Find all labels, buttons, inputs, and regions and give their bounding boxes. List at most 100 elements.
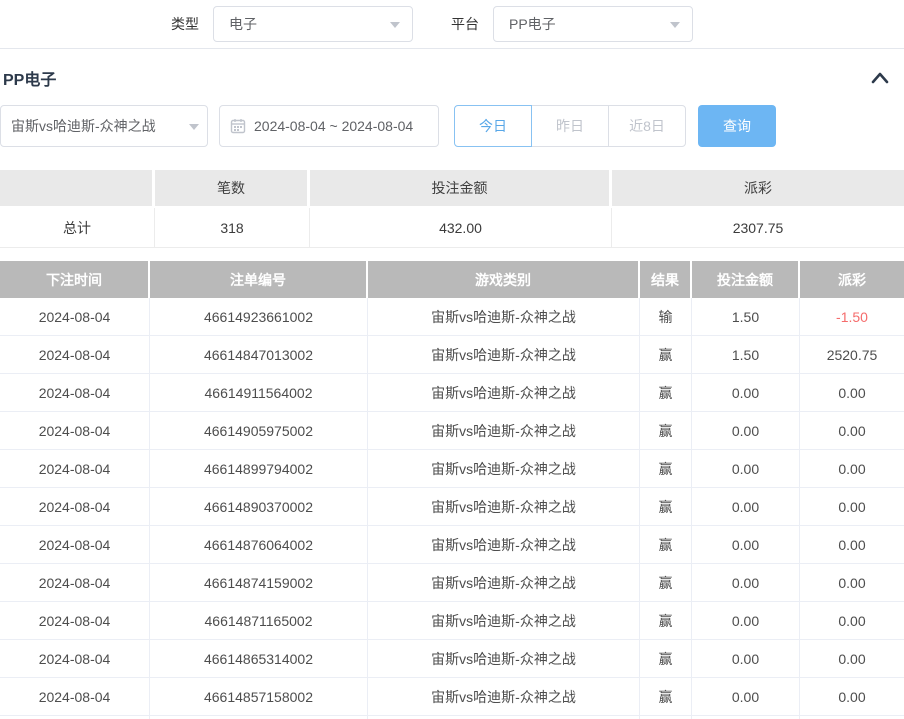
cell-order-no: 46614871165002	[150, 602, 368, 640]
cell-bet-amount: 0.00	[692, 564, 800, 602]
cell-bet-amount: 0.00	[692, 526, 800, 564]
header-bet-amount: 投注金额	[692, 261, 800, 298]
date-range-value: 2024-08-04 ~ 2024-08-04	[254, 118, 413, 134]
cell-payout: -1.50	[800, 298, 904, 336]
cell-game-type: 宙斯vs哈迪斯-众神之战	[368, 450, 640, 488]
summary-table: 笔数 投注金额 派彩 总计 318 432.00 2307.75	[0, 170, 904, 248]
cell-payout: 0.00	[800, 602, 904, 640]
cell-bet-time: 2024-08-04	[0, 412, 150, 450]
cell-game-type: 宙斯vs哈迪斯-众神之战	[368, 336, 640, 374]
summary-total-count: 318	[155, 208, 310, 248]
table-row: 2024-08-04 46614874159002 宙斯vs哈迪斯-众神之战 赢…	[0, 564, 904, 602]
cell-bet-time: 2024-08-04	[0, 602, 150, 640]
search-button[interactable]: 查询	[698, 105, 776, 147]
cell-order-no: 46614857158002	[150, 678, 368, 716]
today-button[interactable]: 今日	[454, 105, 532, 147]
cell-result: 输	[640, 298, 692, 336]
cell-payout: 0.00	[800, 488, 904, 526]
cell-order-no: 46614905975002	[150, 412, 368, 450]
cell-bet-amount: 0.00	[692, 678, 800, 716]
cell-bet-amount: 0.00	[692, 488, 800, 526]
cell-bet-time: 2024-08-04	[0, 298, 150, 336]
cell-order-no: 46614911564002	[150, 374, 368, 412]
header-bet-time: 下注时间	[0, 261, 150, 298]
collapse-section-button[interactable]	[870, 68, 890, 88]
table-row: 2024-08-04 46614899794002 宙斯vs哈迪斯-众神之战 赢…	[0, 450, 904, 488]
summary-header-row: 笔数 投注金额 派彩	[0, 170, 904, 208]
cell-game-type: 宙斯vs哈迪斯-众神之战	[368, 678, 640, 716]
cell-result: 赢	[640, 336, 692, 374]
cell-bet-amount: 0.00	[692, 374, 800, 412]
platform-select[interactable]: PP电子	[493, 6, 693, 42]
cell-payout: 2520.75	[800, 336, 904, 374]
cell-payout: 0.00	[800, 564, 904, 602]
last8days-button[interactable]: 近8日	[608, 105, 686, 147]
header-game-type: 游戏类别	[368, 261, 640, 298]
query-toolbar: 宙斯vs哈迪斯-众神之战 2024-08-04 ~ 2024-08-04 今日 …	[0, 105, 904, 147]
summary-total-payout: 2307.75	[612, 208, 904, 248]
cell-payout: 0.00	[800, 374, 904, 412]
chevron-down-icon	[390, 22, 400, 28]
table-row: 2024-08-04 46614923661002 宙斯vs哈迪斯-众神之战 输…	[0, 298, 904, 336]
summary-header-count: 笔数	[155, 170, 310, 208]
cell-bet-time: 2024-08-04	[0, 678, 150, 716]
cell-bet-amount: 0.00	[692, 640, 800, 678]
cell-game-type: 宙斯vs哈迪斯-众神之战	[368, 602, 640, 640]
game-select[interactable]: 宙斯vs哈迪斯-众神之战	[0, 105, 208, 147]
report-page: 类型 电子 平台 PP电子 PP电子 宙斯vs哈迪斯-众神之战 2024-08-…	[0, 0, 904, 719]
platform-select-value: PP电子	[509, 14, 556, 34]
cell-payout: 0.00	[800, 412, 904, 450]
cell-bet-amount: 0.00	[692, 412, 800, 450]
cell-bet-time: 2024-08-04	[0, 488, 150, 526]
chevron-up-icon	[871, 72, 889, 84]
yesterday-button[interactable]: 昨日	[531, 105, 609, 147]
cell-bet-time: 2024-08-04	[0, 374, 150, 412]
summary-total-bet-amount: 432.00	[310, 208, 612, 248]
table-row: 2024-08-04 46614847013002 宙斯vs哈迪斯-众神之战 赢…	[0, 336, 904, 374]
cell-result: 赢	[640, 374, 692, 412]
table-row: 2024-08-04 46614890370002 宙斯vs哈迪斯-众神之战 赢…	[0, 488, 904, 526]
chevron-down-icon	[670, 22, 680, 28]
cell-bet-time: 2024-08-04	[0, 640, 150, 678]
cell-order-no: 46614874159002	[150, 564, 368, 602]
type-select-value: 电子	[229, 14, 257, 34]
table-row: 2024-08-04 46614871165002 宙斯vs哈迪斯-众神之战 赢…	[0, 602, 904, 640]
cell-game-type: 宙斯vs哈迪斯-众神之战	[368, 640, 640, 678]
bet-table-header-row: 下注时间 注单编号 游戏类别 结果 投注金额 派彩	[0, 261, 904, 298]
cell-bet-amount: 1.50	[692, 336, 800, 374]
cell-game-type: 宙斯vs哈迪斯-众神之战	[368, 564, 640, 602]
cell-bet-amount: 0.00	[692, 602, 800, 640]
section-title: PP电子	[3, 66, 56, 90]
cell-payout: 0.00	[800, 678, 904, 716]
type-select[interactable]: 电子	[213, 6, 413, 42]
cell-order-no: 46614865314002	[150, 640, 368, 678]
cell-order-no: 46614847013002	[150, 336, 368, 374]
cell-bet-time: 2024-08-04	[0, 336, 150, 374]
summary-header-empty	[0, 170, 155, 208]
cell-order-no: 46614890370002	[150, 488, 368, 526]
cell-bet-time: 2024-08-04	[0, 450, 150, 488]
type-label: 类型	[171, 14, 199, 34]
bet-list-table: 下注时间 注单编号 游戏类别 结果 投注金额 派彩 2024-08-04 466…	[0, 261, 904, 719]
platform-label: 平台	[451, 14, 479, 34]
date-range-input[interactable]: 2024-08-04 ~ 2024-08-04	[219, 105, 439, 147]
cell-game-type: 宙斯vs哈迪斯-众神之战	[368, 488, 640, 526]
cell-bet-time: 2024-08-04	[0, 564, 150, 602]
cell-game-type: 宙斯vs哈迪斯-众神之战	[368, 374, 640, 412]
cell-game-type: 宙斯vs哈迪斯-众神之战	[368, 412, 640, 450]
summary-header-bet-amount: 投注金额	[310, 170, 612, 208]
table-row: 2024-08-04 46614865314002 宙斯vs哈迪斯-众神之战 赢…	[0, 640, 904, 678]
cell-result: 赢	[640, 678, 692, 716]
header-payout: 派彩	[800, 261, 904, 298]
section-header: PP电子	[0, 48, 904, 95]
chevron-down-icon	[189, 124, 199, 130]
cell-result: 赢	[640, 488, 692, 526]
cell-payout: 0.00	[800, 450, 904, 488]
cell-game-type: 宙斯vs哈迪斯-众神之战	[368, 526, 640, 564]
calendar-icon	[230, 118, 246, 134]
cell-order-no: 46614876064002	[150, 526, 368, 564]
table-row: 2024-08-04 46614911564002 宙斯vs哈迪斯-众神之战 赢…	[0, 374, 904, 412]
table-row: 2024-08-04 46614876064002 宙斯vs哈迪斯-众神之战 赢…	[0, 526, 904, 564]
cell-result: 赢	[640, 526, 692, 564]
cell-bet-time: 2024-08-04	[0, 526, 150, 564]
